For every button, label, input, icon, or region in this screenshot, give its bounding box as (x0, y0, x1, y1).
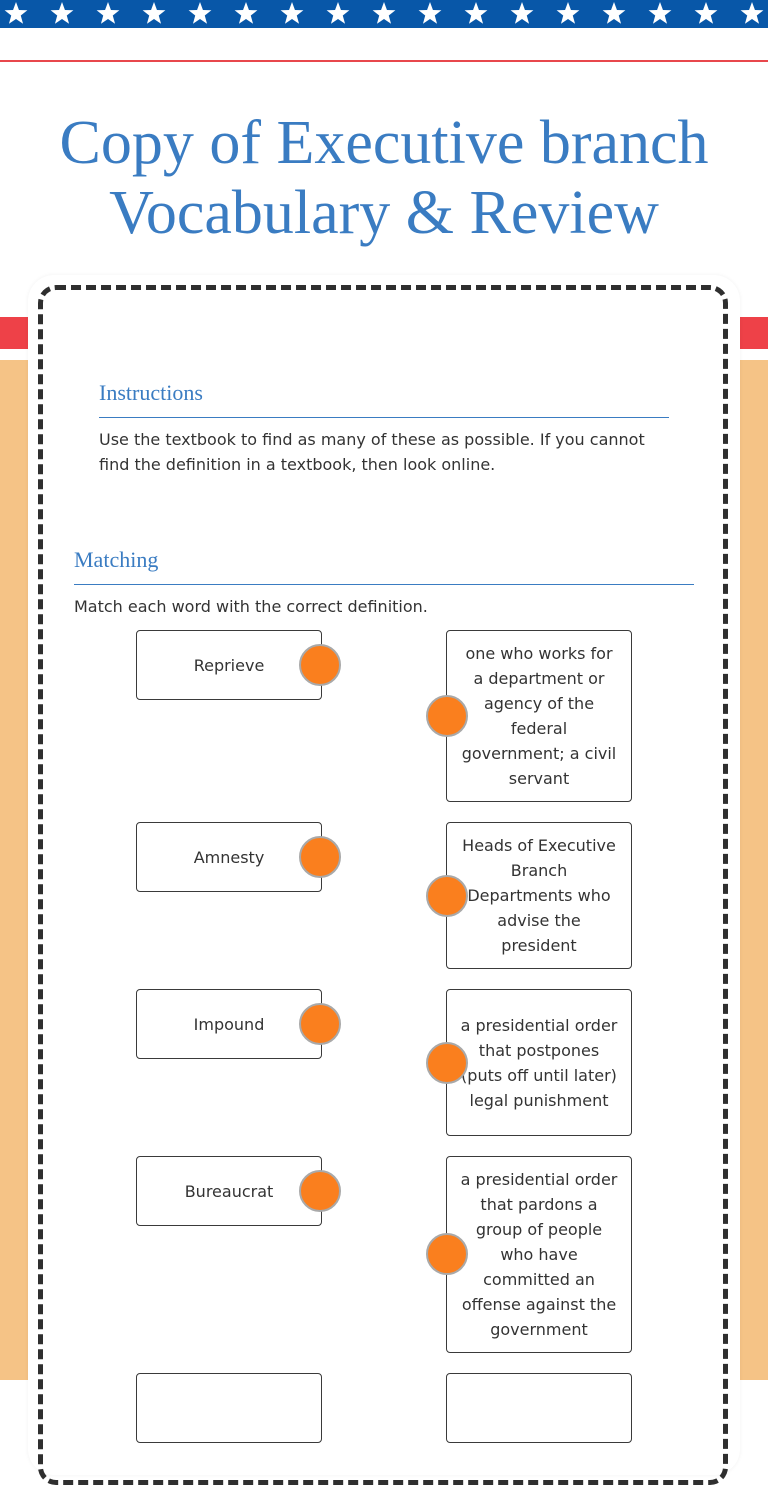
term-box[interactable] (136, 1373, 322, 1443)
instructions-heading: Instructions (99, 380, 203, 405)
star-banner (0, 0, 768, 28)
definition-text: a presidential order that postpones (put… (460, 1015, 618, 1110)
star-icon (280, 2, 304, 24)
term-box[interactable]: Bureaucrat (136, 1156, 322, 1226)
term-connector-dot[interactable] (299, 1003, 341, 1045)
definition-text: Heads of Executive Branch Departments wh… (462, 836, 616, 955)
definition-connector-dot[interactable] (426, 875, 468, 917)
star-icon (602, 2, 626, 24)
term-box[interactable]: Reprieve (136, 630, 322, 700)
star-icon (464, 2, 488, 24)
definition-connector-dot[interactable] (426, 695, 468, 737)
star-icon (96, 2, 120, 24)
header-divider (0, 60, 768, 62)
star-icon (648, 2, 672, 24)
instructions-divider (99, 417, 669, 418)
term-label: Impound (193, 1014, 265, 1034)
star-icon (4, 2, 28, 24)
star-icon (694, 2, 718, 24)
definition-box[interactable]: a presidential order that pardons a grou… (446, 1156, 632, 1353)
definition-box[interactable]: one who works for a department or agency… (446, 630, 632, 802)
star-icon (142, 2, 166, 24)
star-icon (234, 2, 258, 24)
star-icon (740, 2, 764, 24)
instructions-text: Use the textbook to find as many of thes… (99, 430, 645, 474)
star-icon (510, 2, 534, 24)
star-icon (50, 2, 74, 24)
title-line-1: Copy of Executive branch (59, 109, 709, 177)
definition-text: a presidential order that pardons a grou… (460, 1170, 618, 1339)
term-connector-dot[interactable] (299, 1170, 341, 1212)
term-label: Bureaucrat (184, 1181, 274, 1201)
term-box[interactable]: Amnesty (136, 822, 322, 892)
definition-box[interactable] (446, 1373, 632, 1443)
term-connector-dot[interactable] (299, 836, 341, 878)
term-label: Amnesty (193, 847, 265, 867)
matching-heading: Matching (74, 547, 159, 572)
star-icon (188, 2, 212, 24)
definition-connector-dot[interactable] (426, 1233, 468, 1275)
star-icon (556, 2, 580, 24)
page-title: Copy of Executive branch Vocabulary & Re… (0, 108, 768, 248)
term-box[interactable]: Impound (136, 989, 322, 1059)
term-connector-dot[interactable] (299, 644, 341, 686)
star-icon (372, 2, 396, 24)
definition-connector-dot[interactable] (426, 1042, 468, 1084)
definition-box[interactable]: a presidential order that postpones (put… (446, 989, 632, 1136)
definition-box[interactable]: Heads of Executive Branch Departments wh… (446, 822, 632, 969)
matching-divider (74, 584, 694, 585)
title-line-2: Vocabulary & Review (109, 179, 659, 247)
star-icon (418, 2, 442, 24)
term-label: Reprieve (193, 655, 265, 675)
matching-prompt: Match each word with the correct definit… (74, 597, 428, 616)
star-icon (326, 2, 350, 24)
definition-text: one who works for a department or agency… (461, 644, 617, 788)
